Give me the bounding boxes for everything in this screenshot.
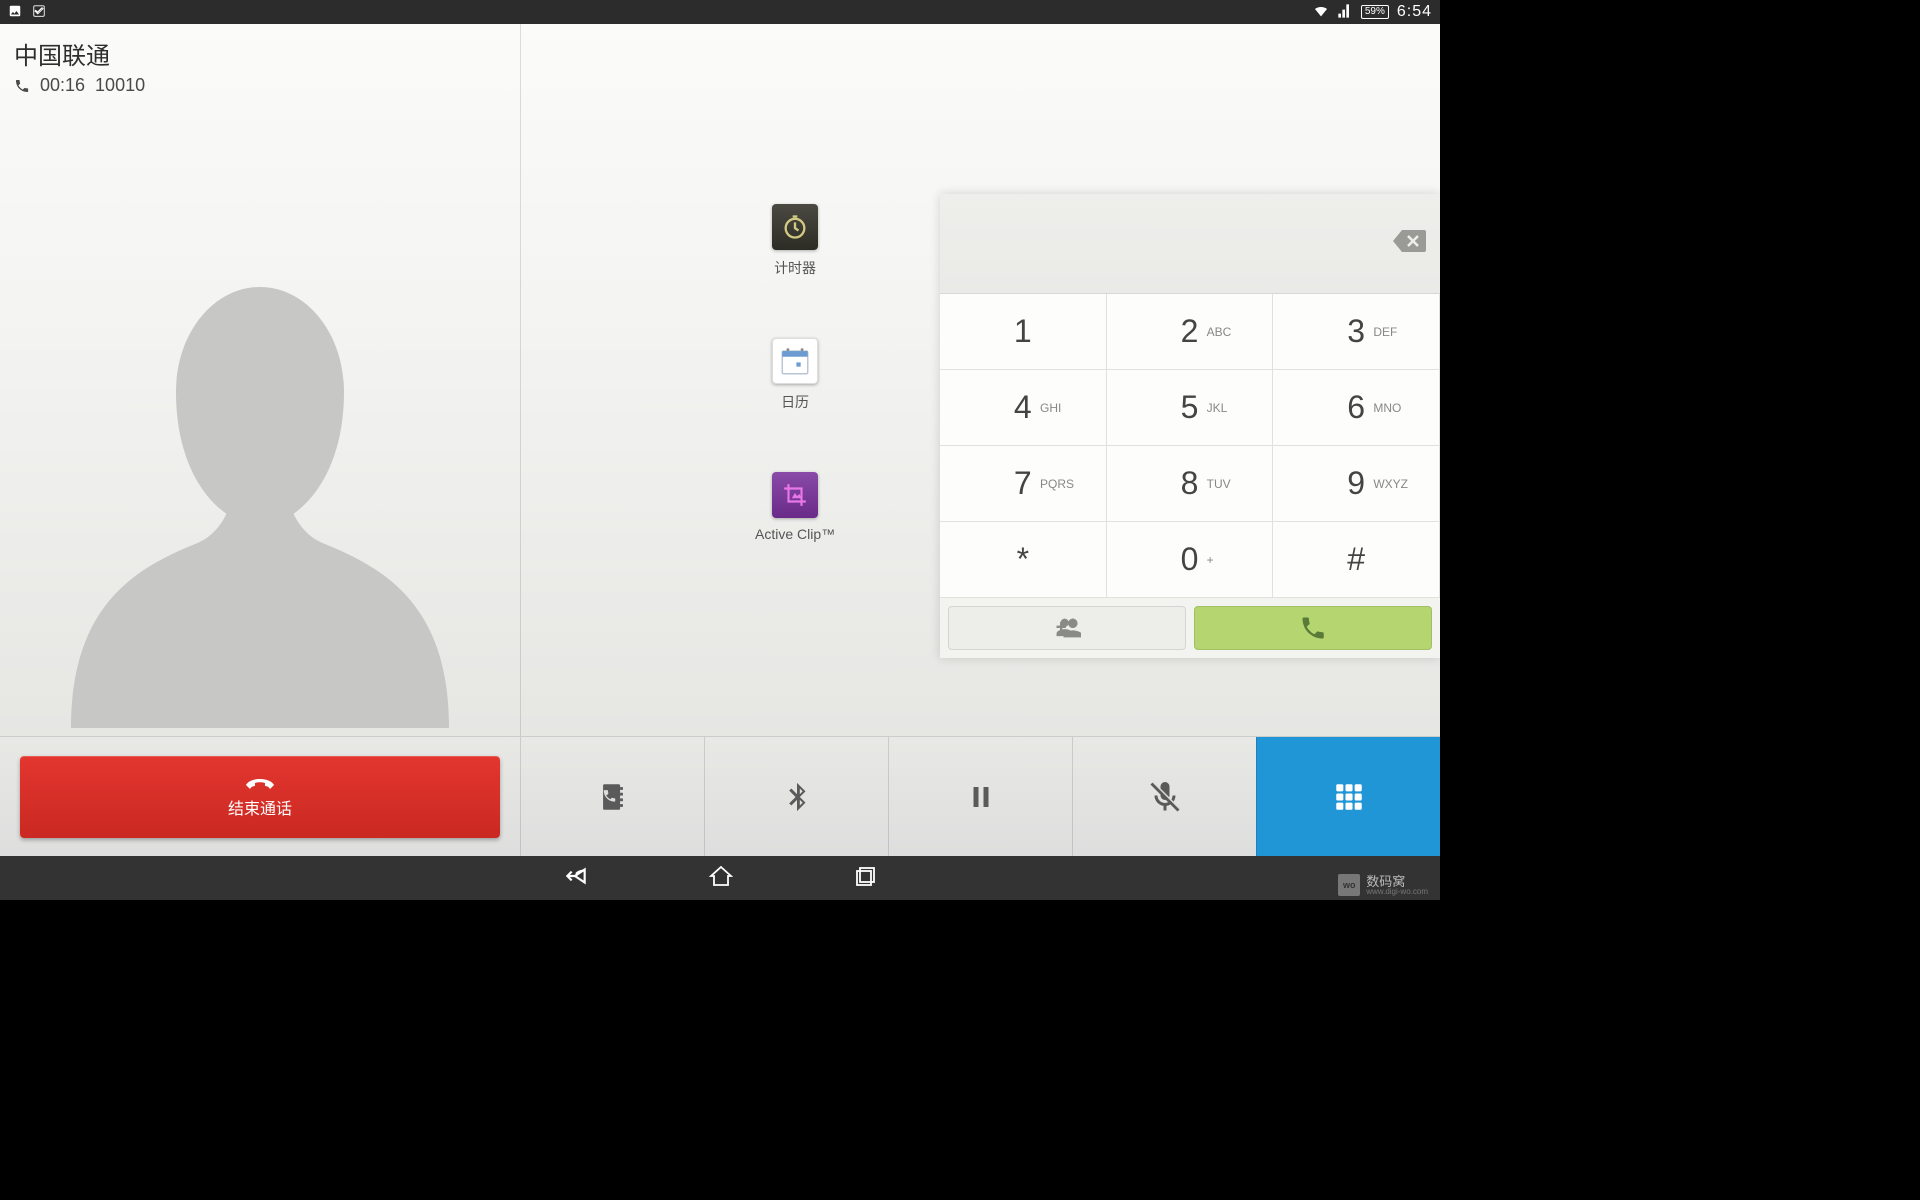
key-1[interactable]: 1 xyxy=(940,294,1107,370)
key-hash[interactable]: # xyxy=(1273,522,1440,598)
phonebook-icon xyxy=(596,780,630,814)
end-call-button[interactable]: 结束通话 xyxy=(20,756,500,838)
crop-icon xyxy=(782,482,808,508)
dial-display xyxy=(940,194,1440,294)
battery-indicator: 59% xyxy=(1361,5,1389,19)
status-bar: 59% 6:54 xyxy=(0,0,1440,24)
timer-icon xyxy=(781,213,809,241)
phone-icon xyxy=(14,78,30,94)
nav-back-button[interactable] xyxy=(563,863,589,894)
key-5[interactable]: 5JKL xyxy=(1107,370,1274,446)
dialpad-icon xyxy=(1332,780,1366,814)
pause-icon xyxy=(966,782,996,812)
checkbox-notification-icon xyxy=(32,4,46,21)
end-call-label: 结束通话 xyxy=(228,795,292,819)
carrier-name: 中国联通 xyxy=(14,36,506,71)
app-timer[interactable]: 计时器 xyxy=(772,204,818,278)
key-0[interactable]: 0+ xyxy=(1107,522,1274,598)
watermark-title: 数码窝 xyxy=(1366,875,1428,888)
key-4[interactable]: 4GHI xyxy=(940,370,1107,446)
contacts-button[interactable] xyxy=(520,737,704,856)
contact-avatar xyxy=(0,106,520,736)
call-control-bar: 结束通话 xyxy=(0,736,1440,856)
mute-button[interactable] xyxy=(1072,737,1256,856)
keypad-grid: 1 2ABC 3DEF 4GHI 5JKL 6MNO 7PQRS 8TUV 9W… xyxy=(940,294,1440,598)
app-calendar-label: 日历 xyxy=(781,392,809,412)
nav-recent-button[interactable] xyxy=(853,864,877,893)
key-6[interactable]: 6MNO xyxy=(1273,370,1440,446)
status-clock: 6:54 xyxy=(1397,3,1432,21)
call-duration: 00:16 xyxy=(40,75,85,96)
app-calendar[interactable]: 日历 xyxy=(772,338,818,412)
key-7[interactable]: 7PQRS xyxy=(940,446,1107,522)
app-timer-label: 计时器 xyxy=(774,258,816,278)
key-8[interactable]: 8TUV xyxy=(1107,446,1274,522)
call-number: 10010 xyxy=(95,75,145,96)
watermark: wo 数码窝 www.digi-wo.com xyxy=(1338,874,1428,896)
key-2[interactable]: 2ABC xyxy=(1107,294,1274,370)
key-star[interactable]: * xyxy=(940,522,1107,598)
hold-button[interactable] xyxy=(888,737,1072,856)
call-info-panel: 中国联通 00:16 10010 xyxy=(0,24,520,736)
dialpad-panel: 1 2ABC 3DEF 4GHI 5JKL 6MNO 7PQRS 8TUV 9W… xyxy=(940,194,1440,658)
image-notification-icon xyxy=(8,4,22,21)
dial-call-button[interactable] xyxy=(1194,606,1432,650)
add-person-icon xyxy=(1053,614,1081,642)
nav-home-button[interactable] xyxy=(709,864,733,893)
app-activeclip[interactable]: Active Clip™ xyxy=(755,472,835,542)
key-3[interactable]: 3DEF xyxy=(1273,294,1440,370)
watermark-url: www.digi-wo.com xyxy=(1366,888,1428,896)
mic-off-icon xyxy=(1147,779,1183,815)
wifi-icon xyxy=(1313,3,1329,22)
key-9[interactable]: 9WXYZ xyxy=(1273,446,1440,522)
backspace-button[interactable] xyxy=(1392,228,1426,259)
calendar-icon xyxy=(778,344,812,378)
dialpad-toggle-button[interactable] xyxy=(1256,737,1440,856)
watermark-logo: wo xyxy=(1338,874,1360,896)
bluetooth-button[interactable] xyxy=(704,737,888,856)
hangup-icon xyxy=(245,775,275,793)
bluetooth-icon xyxy=(780,780,814,814)
phone-icon xyxy=(1299,614,1327,642)
app-activeclip-label: Active Clip™ xyxy=(755,526,835,542)
signal-icon xyxy=(1337,3,1353,22)
navigation-bar: wo 数码窝 www.digi-wo.com xyxy=(0,856,1440,900)
add-contact-button[interactable] xyxy=(948,606,1186,650)
